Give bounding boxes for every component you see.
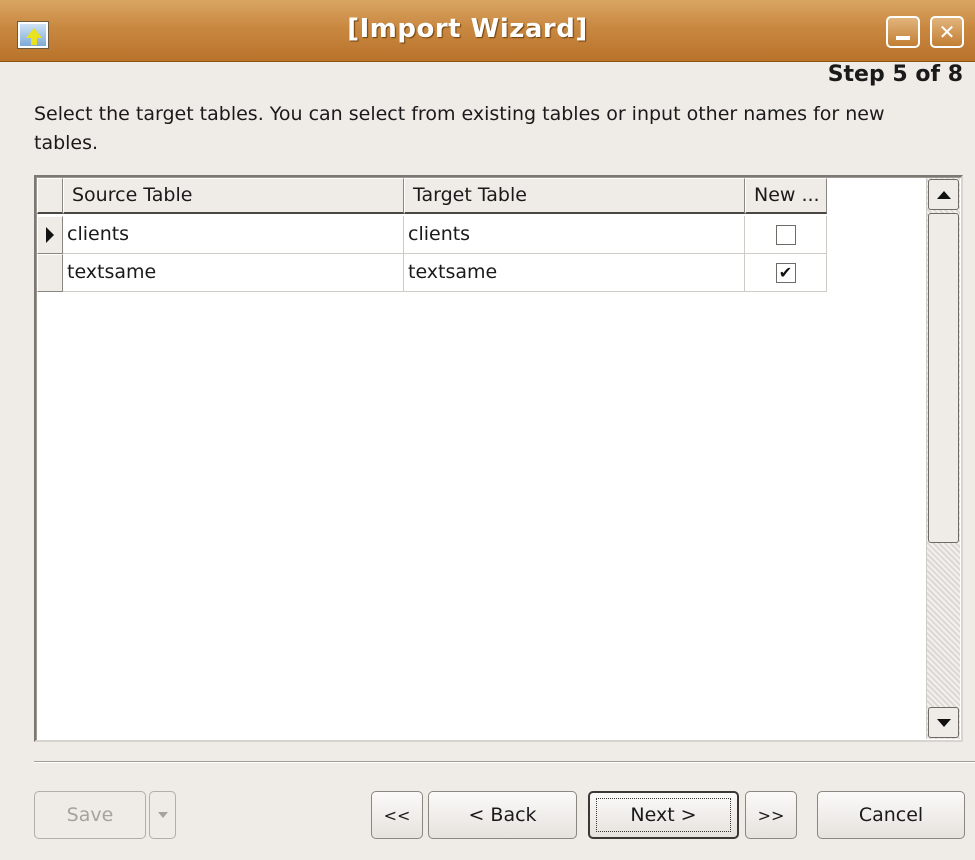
table-row[interactable]: textsame textsame ✔ [37, 254, 827, 292]
back-button[interactable]: < Back [428, 791, 577, 839]
divider [34, 761, 975, 763]
header-indicator-cell [37, 178, 63, 214]
vertical-scrollbar[interactable] [926, 178, 960, 739]
checkmark-icon: ✔ [778, 262, 793, 282]
last-step-button[interactable]: >> [745, 791, 797, 839]
scroll-down-button[interactable] [928, 707, 959, 738]
row-indicator[interactable] [37, 254, 63, 292]
minimize-button[interactable] [886, 16, 920, 48]
column-header-new[interactable]: New ... [745, 178, 827, 214]
target-table-cell[interactable]: textsame [404, 254, 745, 292]
close-icon: ✕ [938, 20, 956, 44]
row-pointer-icon [46, 227, 54, 243]
grid-header: Source Table Target Table New ... [37, 178, 827, 214]
close-button[interactable]: ✕ [930, 16, 964, 48]
minimize-icon [896, 36, 910, 40]
scroll-up-arrow-icon [936, 190, 951, 199]
instruction-text: Select the target tables. You can select… [34, 103, 885, 154]
save-options-dropdown-button[interactable] [149, 791, 176, 839]
cancel-button[interactable]: Cancel [817, 791, 965, 839]
next-button[interactable]: Next > [588, 791, 739, 839]
source-table-cell[interactable]: textsame [63, 254, 404, 292]
column-header-target-table[interactable]: Target Table [404, 178, 745, 214]
column-header-source-table[interactable]: Source Table [63, 178, 404, 214]
chevron-down-icon [157, 812, 168, 818]
import-wizard-window: [Import Wizard] ✕ Step 5 of 8 Select the… [0, 0, 975, 860]
row-indicator[interactable] [37, 216, 63, 254]
target-table-cell[interactable]: clients [404, 216, 745, 254]
scroll-up-button[interactable] [928, 179, 959, 210]
new-table-cell[interactable]: ✔ [745, 254, 827, 292]
scrollbar-thumb[interactable] [928, 213, 959, 543]
scroll-down-arrow-icon [936, 718, 951, 727]
target-tables-grid[interactable]: Source Table Target Table New ... client… [34, 175, 963, 742]
save-button[interactable]: Save [34, 791, 146, 839]
new-table-checkbox[interactable] [775, 224, 796, 245]
new-table-checkbox[interactable]: ✔ [775, 262, 796, 283]
next-button-label: Next > [596, 798, 731, 832]
step-indicator: Step 5 of 8 [827, 62, 963, 87]
table-row[interactable]: clients clients [37, 216, 827, 254]
new-table-cell[interactable] [745, 216, 827, 254]
window-title: [Import Wizard] [347, 14, 588, 44]
first-step-button[interactable]: << [371, 791, 423, 839]
title-bar[interactable]: [Import Wizard] ✕ [0, 0, 975, 62]
source-table-cell[interactable]: clients [63, 216, 404, 254]
